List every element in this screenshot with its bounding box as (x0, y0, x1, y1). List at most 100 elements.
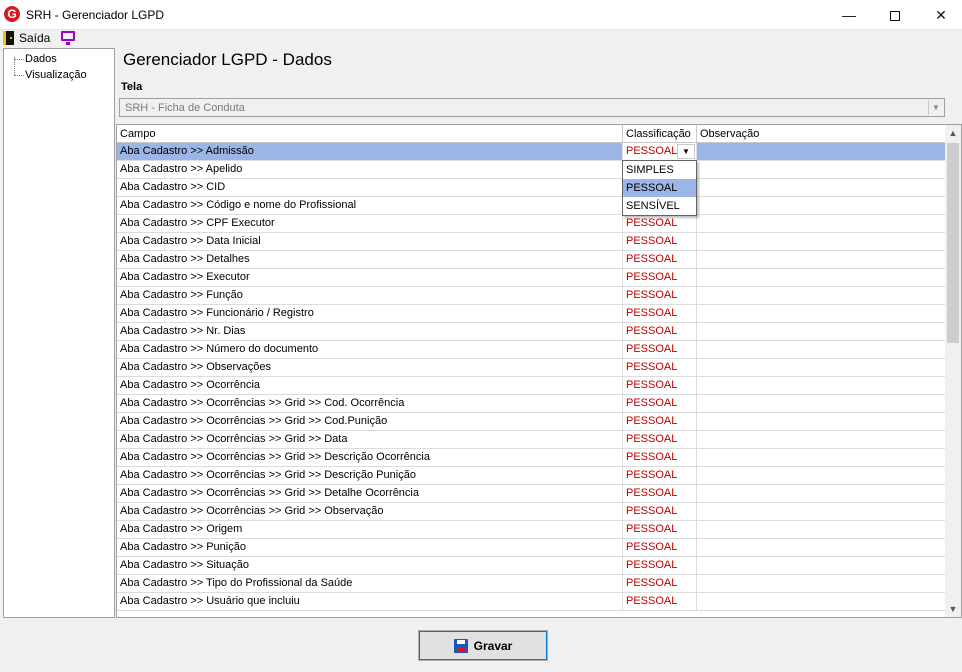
column-header-campo[interactable]: Campo (117, 125, 623, 143)
cell-classificacao[interactable]: PESSOAL (623, 485, 697, 502)
dropdown-option-pessoal[interactable]: PESSOAL (623, 179, 696, 197)
cell-observacao[interactable] (697, 449, 947, 466)
cell-classificacao[interactable]: PESSOAL (623, 395, 697, 412)
cell-classificacao[interactable]: PESSOAL (623, 305, 697, 322)
cell-observacao[interactable] (697, 377, 947, 394)
cell-observacao[interactable] (697, 179, 947, 196)
cell-observacao[interactable] (697, 341, 947, 358)
app-logo-icon: G (4, 6, 20, 22)
save-button[interactable]: Gravar (418, 630, 548, 661)
scroll-down-icon[interactable]: ▼ (945, 601, 961, 617)
cell-observacao[interactable] (697, 539, 947, 556)
cell-observacao[interactable] (697, 413, 947, 430)
cell-classificacao[interactable]: PESSOAL (623, 575, 697, 592)
cell-classificacao[interactable]: PESSOAL (623, 215, 697, 232)
cell-classificacao[interactable]: PESSOAL (623, 233, 697, 250)
cell-observacao[interactable] (697, 395, 947, 412)
table-row[interactable]: Aba Cadastro >> Executor PESSOAL (117, 269, 947, 287)
minimize-button[interactable]: — (826, 0, 872, 30)
cell-observacao[interactable] (697, 197, 947, 214)
cell-classificacao[interactable]: PESSOAL (623, 341, 697, 358)
tree-item-visualizacao[interactable]: Visualização (4, 68, 114, 82)
tree-item-dados[interactable]: Dados (4, 52, 114, 66)
cell-classificacao[interactable]: PESSOAL (623, 269, 697, 286)
cell-observacao[interactable] (697, 143, 947, 160)
cell-observacao[interactable] (697, 233, 947, 250)
chevron-down-icon[interactable]: ▼ (677, 144, 695, 159)
cell-observacao[interactable] (697, 467, 947, 484)
scroll-up-icon[interactable]: ▲ (945, 125, 961, 141)
cell-classificacao[interactable]: PESSOAL (623, 539, 697, 556)
cell-observacao[interactable] (697, 269, 947, 286)
cell-classificacao[interactable]: PESSOAL (623, 251, 697, 268)
table-row[interactable]: Aba Cadastro >> Ocorrência PESSOAL (117, 377, 947, 395)
cell-campo: Aba Cadastro >> Data Inicial (117, 233, 623, 250)
cell-observacao[interactable] (697, 359, 947, 376)
cell-classificacao[interactable]: PESSOAL (623, 431, 697, 448)
maximize-button[interactable] (872, 0, 918, 30)
table-row[interactable]: Aba Cadastro >> Ocorrências >> Grid >> D… (117, 431, 947, 449)
cell-classificacao[interactable]: PESSOAL (623, 449, 697, 466)
cell-observacao[interactable] (697, 557, 947, 574)
cell-classificacao[interactable]: PESSOAL (623, 557, 697, 574)
cell-classificacao[interactable]: PESSOAL (623, 359, 697, 376)
cell-observacao[interactable] (697, 305, 947, 322)
table-row[interactable]: Aba Cadastro >> Ocorrências >> Grid >> O… (117, 503, 947, 521)
table-row[interactable]: Aba Cadastro >> Observações PESSOAL (117, 359, 947, 377)
cell-observacao[interactable] (697, 323, 947, 340)
table-row[interactable]: Aba Cadastro >> Detalhes PESSOAL (117, 251, 947, 269)
table-row[interactable]: Aba Cadastro >> Punição PESSOAL (117, 539, 947, 557)
cell-observacao[interactable] (697, 251, 947, 268)
table-row[interactable]: Aba Cadastro >> Ocorrências >> Grid >> C… (117, 413, 947, 431)
cell-observacao[interactable] (697, 521, 947, 538)
table-row[interactable]: Aba Cadastro >> Número do documento PESSO… (117, 341, 947, 359)
cell-classificacao[interactable]: PESSOAL (623, 521, 697, 538)
column-header-observacao[interactable]: Observação (697, 125, 947, 143)
column-header-classificacao[interactable]: Classificação (623, 125, 697, 143)
cell-classificacao[interactable]: PESSOAL (623, 377, 697, 394)
cell-observacao[interactable] (697, 503, 947, 520)
cell-classificacao[interactable]: PESSOAL (623, 287, 697, 304)
dropdown-option-sensivel[interactable]: SENSÍVEL (623, 197, 696, 215)
cell-campo: Aba Cadastro >> Detalhes (117, 251, 623, 268)
table-row[interactable]: Aba Cadastro >> Função PESSOAL (117, 287, 947, 305)
table-row[interactable]: Aba Cadastro >> Data Inicial PESSOAL (117, 233, 947, 251)
cell-campo: Aba Cadastro >> CPF Executor (117, 215, 623, 232)
data-grid: Campo Classificação Observação Aba Cadas… (116, 124, 962, 618)
cell-observacao[interactable] (697, 431, 947, 448)
table-row[interactable]: Aba Cadastro >> Tipo do Profissional da … (117, 575, 947, 593)
table-row[interactable]: Aba Cadastro >> Código e nome do Profiss… (117, 197, 947, 215)
cell-observacao[interactable] (697, 215, 947, 232)
cell-observacao[interactable] (697, 161, 947, 178)
dropdown-option-simples[interactable]: SIMPLES (623, 161, 696, 179)
cell-observacao[interactable] (697, 593, 947, 610)
table-row[interactable]: Aba Cadastro >> Nr. Dias PESSOAL (117, 323, 947, 341)
tela-select[interactable]: SRH - Ficha de Conduta ▼ (119, 98, 945, 117)
table-row[interactable]: Aba Cadastro >> Admissão PESSOAL ▼ (117, 143, 947, 161)
cell-classificacao[interactable]: PESSOAL (623, 413, 697, 430)
cell-observacao[interactable] (697, 287, 947, 304)
cell-observacao[interactable] (697, 575, 947, 592)
cell-classificacao[interactable]: PESSOAL (623, 503, 697, 520)
cell-classificacao[interactable]: PESSOAL (623, 323, 697, 340)
exit-button[interactable]: Saída (3, 30, 50, 46)
table-row[interactable]: Aba Cadastro >> Funcionário / Registro PE… (117, 305, 947, 323)
cell-classificacao[interactable]: PESSOAL (623, 593, 697, 610)
table-row[interactable]: Aba Cadastro >> CPF Executor PESSOAL (117, 215, 947, 233)
close-button[interactable]: ✕ (918, 0, 962, 30)
navigation-tree: Dados Visualização (3, 48, 115, 618)
table-row[interactable]: Aba Cadastro >> CID (117, 179, 947, 197)
table-row[interactable]: Aba Cadastro >> Ocorrências >> Grid >> D… (117, 485, 947, 503)
table-row[interactable]: Aba Cadastro >> Usuário que incluiu PESSO… (117, 593, 947, 611)
table-row[interactable]: Aba Cadastro >> Ocorrências >> Grid >> D… (117, 467, 947, 485)
monitor-icon[interactable] (61, 31, 75, 45)
cell-classificacao[interactable]: PESSOAL (623, 467, 697, 484)
vertical-scrollbar[interactable]: ▲ ▼ (945, 125, 961, 617)
table-row[interactable]: Aba Cadastro >> Ocorrências >> Grid >> C… (117, 395, 947, 413)
table-row[interactable]: Aba Cadastro >> Situação PESSOAL (117, 557, 947, 575)
cell-observacao[interactable] (697, 485, 947, 502)
table-row[interactable]: Aba Cadastro >> Apelido (117, 161, 947, 179)
table-row[interactable]: Aba Cadastro >> Origem PESSOAL (117, 521, 947, 539)
scrollbar-thumb[interactable] (947, 143, 959, 343)
table-row[interactable]: Aba Cadastro >> Ocorrências >> Grid >> D… (117, 449, 947, 467)
